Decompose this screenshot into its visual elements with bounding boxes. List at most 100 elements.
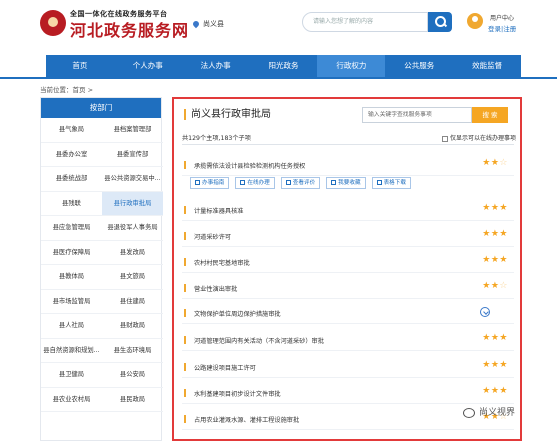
item-search-input[interactable]: 输入关键字查找服务事项 bbox=[362, 107, 472, 123]
star-icon: ★ bbox=[482, 229, 491, 239]
row-divider bbox=[182, 272, 514, 273]
item-name[interactable]: 文物保护单位周边保护措施审批 bbox=[194, 309, 281, 318]
department-item[interactable]: 县公共资源交易中... bbox=[102, 167, 163, 192]
row-divider bbox=[182, 377, 514, 378]
rating-stars: ★★★ bbox=[482, 230, 508, 239]
breadcrumb-sep: > bbox=[85, 86, 94, 94]
nav-sunshine[interactable]: 阳光政务 bbox=[250, 55, 318, 77]
department-item[interactable]: 县农业农村局 bbox=[41, 388, 102, 412]
row-divider bbox=[182, 350, 514, 351]
rating-stars: ★★★ bbox=[482, 361, 508, 370]
user-avatar-icon[interactable] bbox=[467, 13, 483, 29]
item-name[interactable]: 承揽需依法设计县检验检测机构任务授权 bbox=[194, 161, 305, 170]
filter-label: 仅显示可以在线办理事项 bbox=[450, 135, 517, 142]
star-icon: ★ bbox=[482, 281, 491, 291]
department-item[interactable]: 县卫健局 bbox=[41, 363, 102, 388]
star-icon: ★ bbox=[482, 158, 491, 168]
nav-public-service[interactable]: 公共服务 bbox=[385, 55, 453, 77]
site-search-input[interactable]: 请输入您想了解的内容 bbox=[302, 12, 428, 32]
action-label: 办事指南 bbox=[202, 180, 225, 186]
item-name[interactable]: 公路建设项目施工许可 bbox=[194, 363, 256, 372]
item-name[interactable]: 水利基建项目初步设计文件审批 bbox=[194, 389, 281, 398]
item-marker bbox=[184, 161, 186, 169]
item-action-button[interactable]: 表格下载 bbox=[371, 177, 411, 189]
rating-stars: ★★★ bbox=[482, 334, 508, 343]
department-item[interactable]: 县行政审批局 bbox=[102, 191, 163, 216]
item-marker bbox=[184, 415, 186, 423]
department-item[interactable]: 县民政局 bbox=[102, 388, 163, 412]
site-header: 全国一体化在线政务服务平台 河北政务服务网 尚义县 请输入您想了解的内容 用户中… bbox=[0, 0, 557, 50]
department-item[interactable]: 县医疗保障局 bbox=[41, 241, 102, 265]
row-divider bbox=[182, 323, 514, 324]
department-item[interactable]: 县生态环境局 bbox=[102, 339, 163, 363]
nav-personal[interactable]: 个人办事 bbox=[114, 55, 182, 77]
item-name[interactable]: 农村村民宅基地审批 bbox=[194, 258, 250, 267]
department-header: 按部门 bbox=[41, 98, 161, 118]
item-action-button[interactable]: 在线办理 bbox=[235, 177, 275, 189]
nav-admin-power[interactable]: 行政权力 bbox=[317, 55, 386, 77]
checkbox-icon[interactable] bbox=[442, 135, 448, 142]
item-actions: 办事指南 在线办理 查看评价 我要收藏 表格下载 bbox=[190, 177, 411, 189]
department-panel: 按部门 县气象局 县档案管理部 县委办公室 县委宣传部 县委统战部 县公共资源交易中...… bbox=[40, 97, 163, 441]
star-icon: ★ bbox=[482, 203, 491, 213]
action-icon bbox=[285, 180, 291, 185]
item-name[interactable]: 计量标准器具核准 bbox=[194, 206, 244, 215]
department-item[interactable]: 县住建局 bbox=[102, 290, 163, 314]
item-marker bbox=[184, 258, 186, 266]
nav-corporate[interactable]: 法人办事 bbox=[182, 55, 250, 77]
item-search-button[interactable]: 搜 索 bbox=[472, 107, 508, 123]
item-action-button[interactable]: 我要收藏 bbox=[326, 177, 366, 189]
department-item[interactable]: 县市场监管局 bbox=[41, 290, 102, 314]
main-nav: 首页 个人办事 法人办事 阳光政务 行政权力 公共服务 效能监督 bbox=[46, 55, 521, 77]
item-marker bbox=[184, 206, 186, 214]
rating-stars: ★★☆ bbox=[482, 159, 508, 168]
search-icon[interactable] bbox=[428, 12, 452, 32]
department-item[interactable]: 县发改局 bbox=[102, 241, 163, 265]
department-item[interactable]: 县自然资源和规划... bbox=[41, 339, 102, 363]
location-selector[interactable]: 尚义县 bbox=[191, 19, 224, 29]
item-name[interactable]: 占用农业灌溉水源、灌排工程设施审批 bbox=[194, 415, 299, 424]
nav-supervision[interactable]: 效能监督 bbox=[453, 55, 521, 77]
item-count: 共129个主项,183个子项 bbox=[182, 135, 251, 142]
department-title: 尚义县行政审批局 bbox=[184, 109, 271, 120]
action-label: 在线办理 bbox=[247, 180, 270, 186]
department-item[interactable]: 县委统战部 bbox=[41, 167, 102, 192]
department-item[interactable]: 县文旅局 bbox=[102, 265, 163, 290]
item-marker bbox=[184, 336, 186, 344]
item-marker bbox=[184, 389, 186, 397]
breadcrumb-home[interactable]: 首页 bbox=[73, 86, 86, 94]
star-icon: ★ bbox=[499, 229, 508, 239]
department-item[interactable]: 县委办公室 bbox=[41, 143, 102, 167]
item-marker bbox=[184, 232, 186, 240]
item-action-button[interactable]: 查看评价 bbox=[280, 177, 321, 189]
department-item[interactable]: 县公安局 bbox=[102, 363, 163, 388]
department-item[interactable]: 县财政局 bbox=[102, 314, 163, 339]
star-icon: ★ bbox=[499, 333, 508, 343]
item-name[interactable]: 营业性演出审批 bbox=[194, 284, 237, 293]
department-item[interactable]: 县退役军人事务局 bbox=[102, 216, 163, 241]
department-item[interactable]: 县人社局 bbox=[41, 314, 102, 339]
action-label: 查看评价 bbox=[292, 180, 316, 186]
department-item[interactable]: 县残联 bbox=[41, 192, 102, 216]
star-icon: ★ bbox=[499, 360, 508, 370]
action-icon bbox=[331, 180, 337, 185]
breadcrumb: 当前位置：首页 > bbox=[40, 84, 93, 94]
online-filter[interactable]: 仅显示可以在线办理事项 bbox=[442, 133, 516, 142]
login-link[interactable]: 登录 bbox=[488, 25, 501, 33]
user-center-link[interactable]: 用户中心 bbox=[490, 13, 514, 22]
register-link[interactable]: 注册 bbox=[503, 25, 516, 33]
department-item[interactable]: 县气象局 bbox=[41, 118, 102, 143]
site-title[interactable]: 河北政务服务网 bbox=[70, 17, 189, 41]
item-name[interactable]: 河道管理范围内有关活动（不含河道采砂）审批 bbox=[194, 336, 324, 345]
expand-chevron-icon[interactable] bbox=[480, 307, 490, 317]
nav-home[interactable]: 首页 bbox=[46, 55, 114, 77]
emblem-logo[interactable] bbox=[40, 10, 66, 36]
department-item[interactable]: 县教体局 bbox=[41, 265, 102, 290]
department-item[interactable]: 县档案管理部 bbox=[102, 118, 163, 143]
department-item[interactable]: 县委宣传部 bbox=[102, 143, 163, 167]
item-action-button[interactable]: 办事指南 bbox=[190, 177, 230, 189]
item-name[interactable]: 河道采砂许可 bbox=[194, 232, 231, 241]
breadcrumb-prefix: 当前位置： bbox=[40, 86, 73, 94]
row-divider bbox=[182, 220, 514, 221]
department-item[interactable]: 县应急管理局 bbox=[41, 216, 102, 241]
